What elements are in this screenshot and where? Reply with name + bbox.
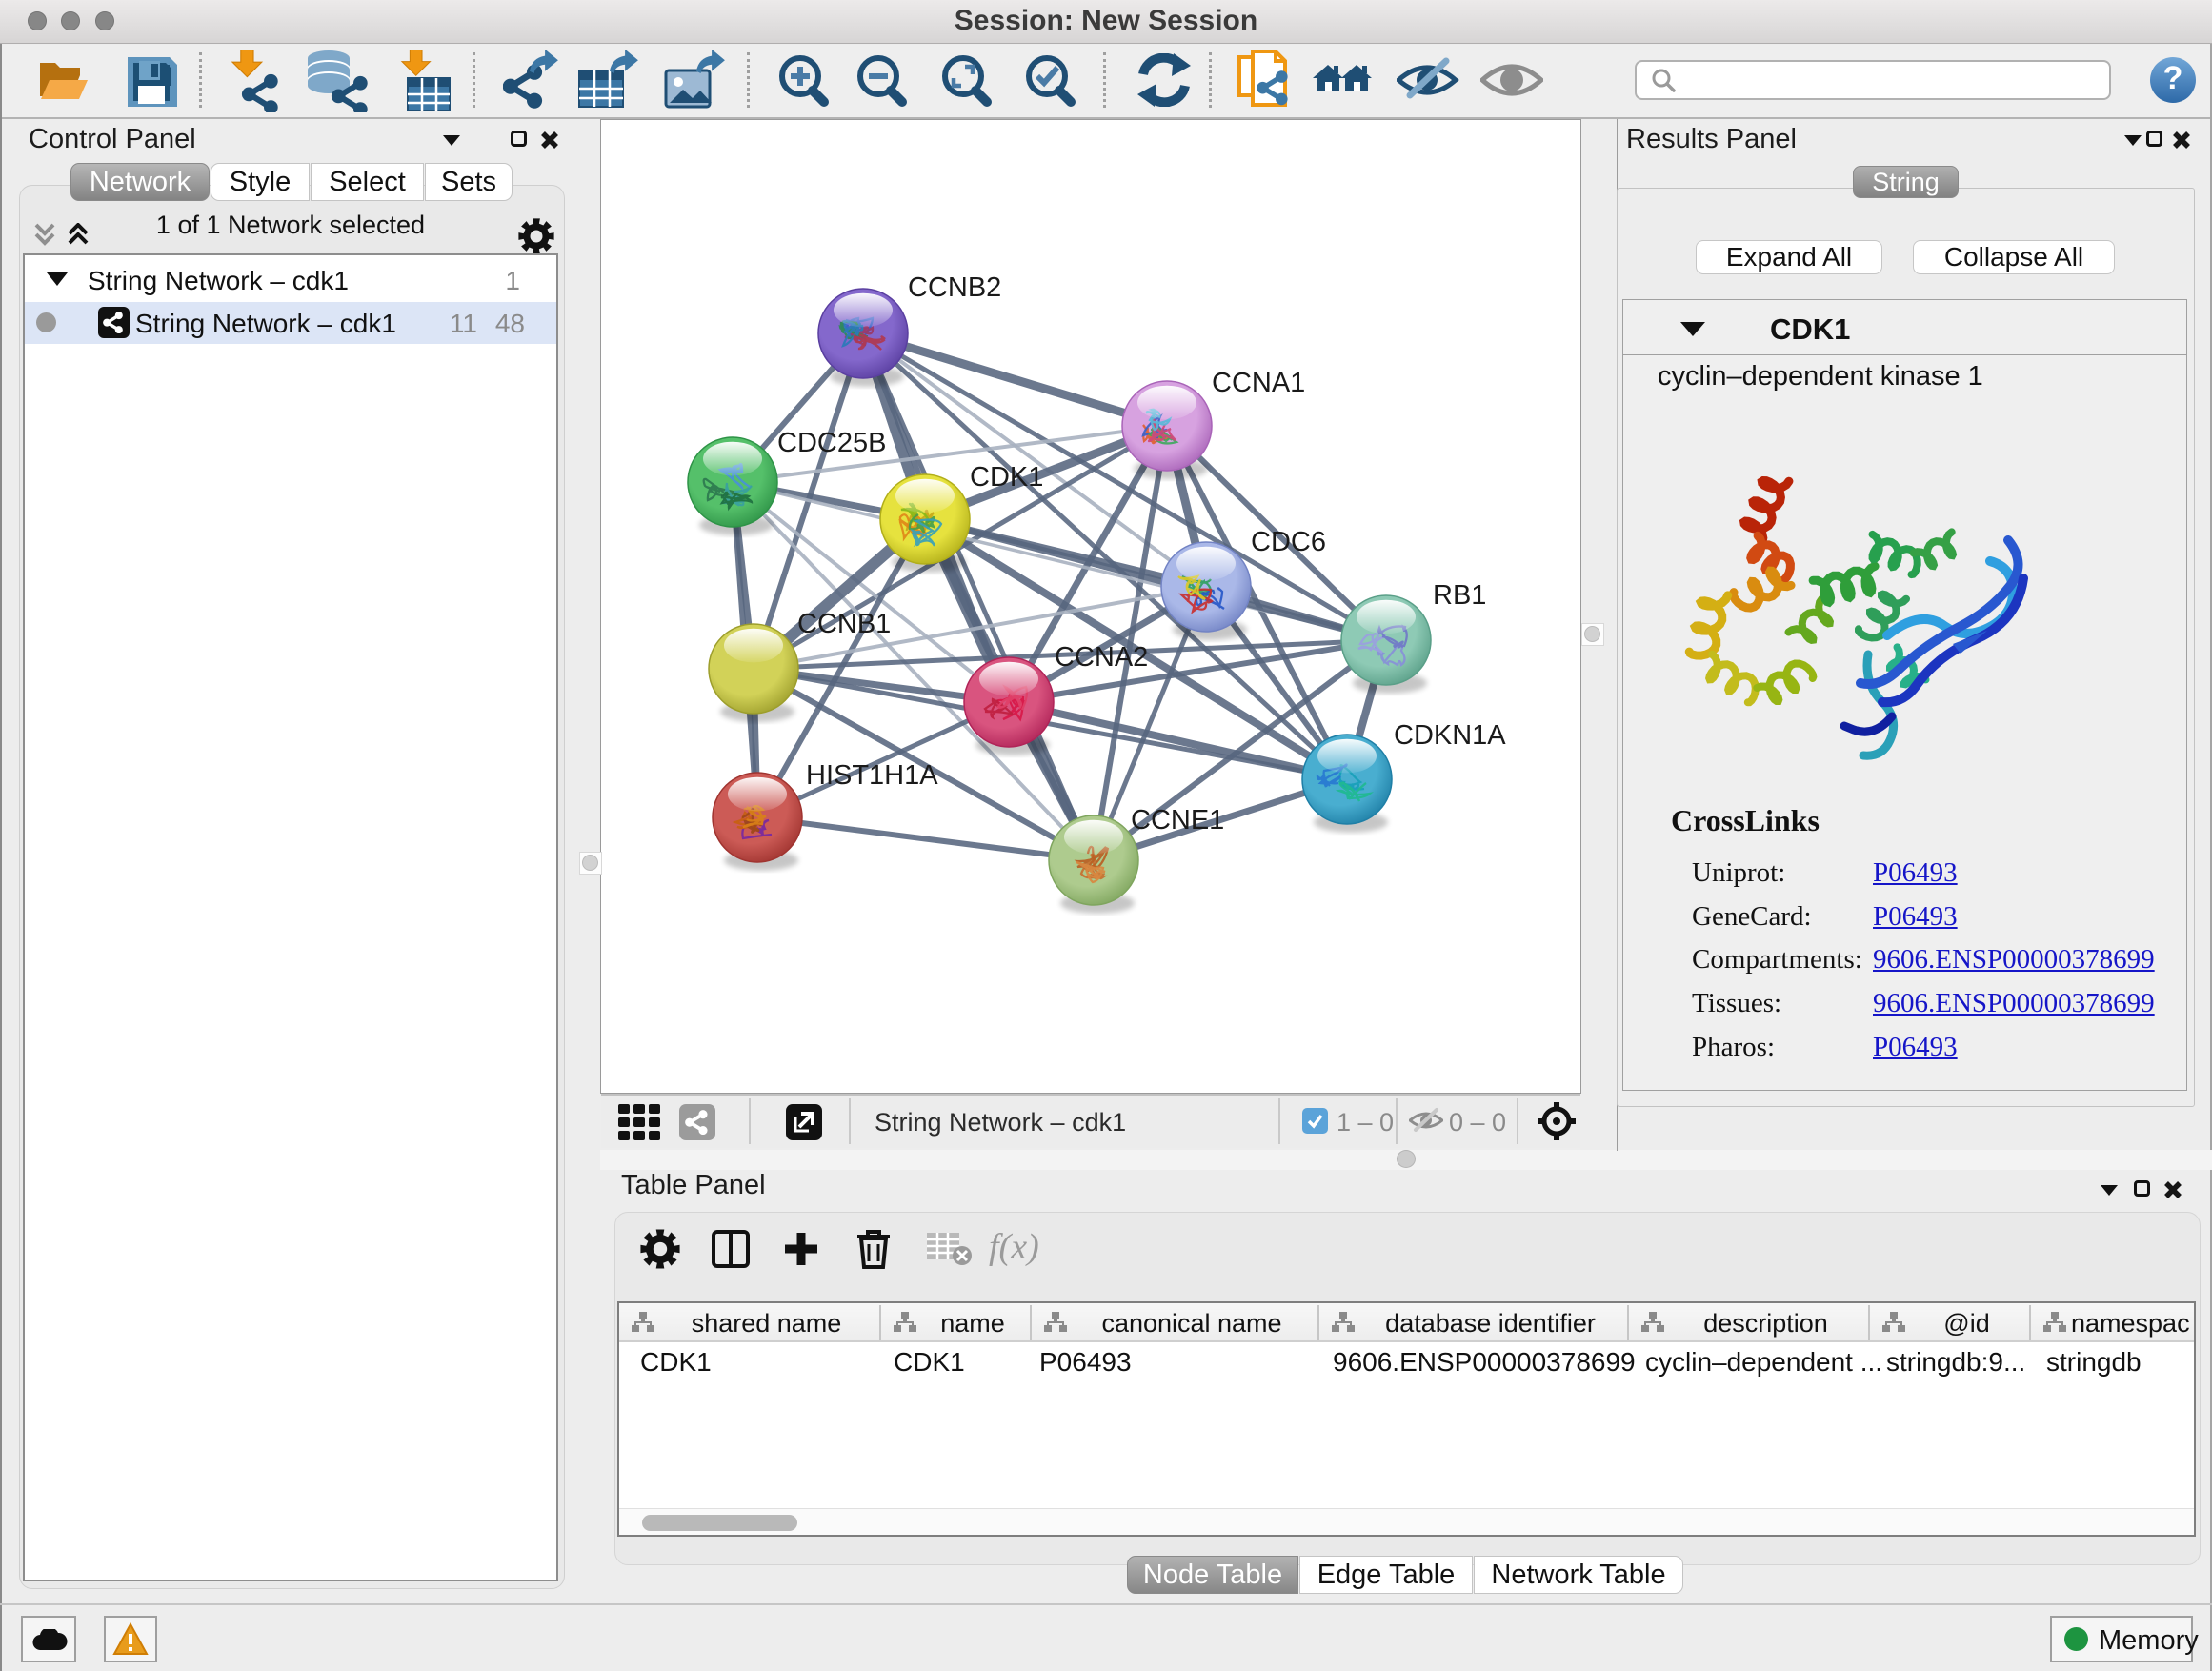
- svg-text:CCNA2: CCNA2: [1055, 642, 1148, 673]
- svg-text:CCNB1: CCNB1: [797, 609, 891, 639]
- svg-text:CCNB2: CCNB2: [908, 272, 1001, 303]
- svg-text:CDK1: CDK1: [970, 462, 1043, 493]
- svg-text:CCNE1: CCNE1: [1131, 805, 1224, 836]
- svg-text:HIST1H1A: HIST1H1A: [806, 760, 938, 791]
- svg-text:RB1: RB1: [1433, 580, 1486, 611]
- svg-text:CDC6: CDC6: [1251, 527, 1326, 557]
- svg-text:CDC25B: CDC25B: [777, 428, 886, 458]
- svg-text:CDKN1A: CDKN1A: [1394, 720, 1506, 751]
- svg-text:CCNA1: CCNA1: [1212, 368, 1305, 398]
